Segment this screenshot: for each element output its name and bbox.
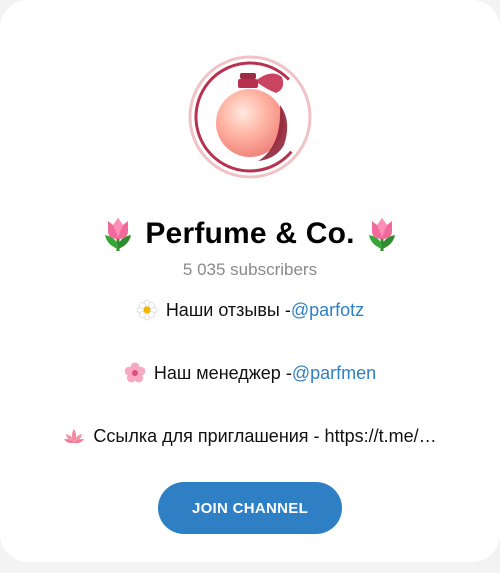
description-line-reviews: Наши отзывы - @parfotz [0, 299, 500, 321]
join-channel-button[interactable]: JOIN CHANNEL [158, 482, 342, 534]
description-text: Наши отзывы - [165, 299, 291, 320]
tulip-icon [368, 218, 395, 251]
description-line-manager: Наш менеджер - @parfmen [0, 362, 500, 384]
daisy-icon [136, 299, 158, 321]
cherry-blossom-icon [124, 362, 146, 383]
description-text: Наш менеджер - [153, 362, 292, 383]
channel-title: Perfume & Co. [145, 217, 355, 250]
manager-link[interactable]: @parfmen [292, 363, 376, 384]
tulip-icon [105, 218, 132, 251]
channel-title-row: Perfume & Co. [0, 210, 500, 258]
subscriber-count: 5 035 subscribers [182, 260, 318, 279]
invite-link-text[interactable]: Ссылка для приглашения - https://t.me/… [93, 426, 436, 447]
reviews-link[interactable]: @parfotz [291, 300, 364, 321]
description-line-invite: Ссылка для приглашения - https://t.me/… [0, 425, 500, 447]
channel-avatar [188, 55, 312, 179]
channel-preview-card: Perfume & Co. 5 035 subscribers Наши отз… [0, 0, 500, 562]
lotus-icon [64, 429, 85, 444]
